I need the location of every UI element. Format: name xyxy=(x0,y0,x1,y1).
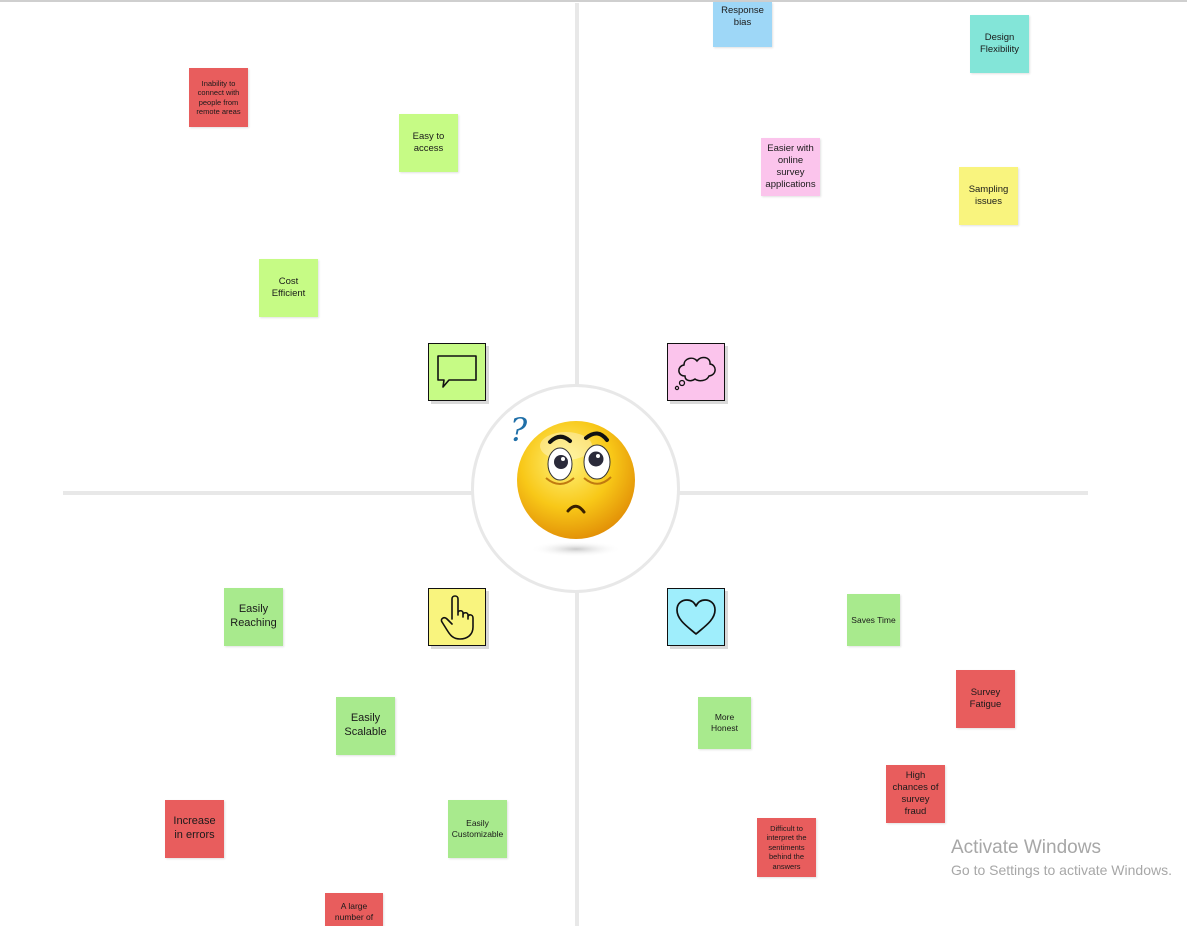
sticky-note-response-bias[interactable]: Response bias xyxy=(713,2,772,47)
sticky-note-survey-fraud[interactable]: High chances of survey fraud xyxy=(886,765,945,823)
note-text: A large number of xyxy=(334,901,374,922)
note-text: More Honest xyxy=(711,712,738,733)
sticky-note-large-number[interactable]: A large number of xyxy=(325,893,383,926)
note-text: Easy to access xyxy=(412,131,445,154)
note-text: Easily Customizable xyxy=(451,818,504,839)
note-text: Easier with online survey applications xyxy=(765,143,816,190)
top-border xyxy=(0,0,1187,2)
activate-windows-title: Activate Windows xyxy=(951,837,1101,858)
note-text: Cost Efficient xyxy=(271,276,306,299)
note-text: Response bias xyxy=(721,5,764,28)
svg-text:?: ? xyxy=(510,411,528,449)
note-text: Inability to connect with people from re… xyxy=(196,78,241,116)
note-text: Sampling issues xyxy=(968,184,1009,207)
sticky-note-survey-fatigue[interactable]: Survey Fatigue xyxy=(956,670,1015,728)
horizontal-axis-left xyxy=(63,491,472,495)
sticky-note-more-honest[interactable]: More Honest xyxy=(698,697,751,749)
confused-emoji-icon: ? xyxy=(500,408,650,563)
thought-cloud-icon xyxy=(667,343,725,401)
note-text: Survey Fatigue xyxy=(969,687,1002,710)
note-text: Easily Scalable xyxy=(344,712,387,738)
note-text: Easily Reaching xyxy=(230,603,277,629)
speech-bubble-icon xyxy=(428,343,486,401)
activate-windows-subtitle: Go to Settings to activate Windows. xyxy=(951,862,1172,878)
pointing-hand-icon xyxy=(428,588,486,646)
sticky-note-difficult-interpret[interactable]: Difficult to interpret the sentiments be… xyxy=(757,818,816,877)
sticky-note-cost-efficient[interactable]: Cost Efficient xyxy=(259,259,318,317)
vertical-axis-top xyxy=(575,3,579,385)
sticky-note-easily-customizable[interactable]: Easily Customizable xyxy=(448,800,507,858)
horizontal-axis-right xyxy=(678,491,1088,495)
sticky-note-online-survey[interactable]: Easier with online survey applications xyxy=(761,138,820,196)
sticky-note-design-flexibility[interactable]: Design Flexibility xyxy=(970,15,1029,73)
vertical-axis-bottom xyxy=(575,590,579,926)
note-text: High chances of survey fraud xyxy=(892,770,939,817)
sticky-note-easily-scalable[interactable]: Easily Scalable xyxy=(336,697,395,755)
note-text: Saves Time xyxy=(851,614,896,625)
note-text: Difficult to interpret the sentiments be… xyxy=(766,824,807,871)
sticky-note-saves-time[interactable]: Saves Time xyxy=(847,594,900,646)
sticky-note-increase-errors[interactable]: Increase in errors xyxy=(165,800,224,858)
sticky-note-sampling-issues[interactable]: Sampling issues xyxy=(959,167,1018,225)
sticky-note-remote-areas[interactable]: Inability to connect with people from re… xyxy=(189,68,248,127)
sticky-note-easy-access[interactable]: Easy to access xyxy=(399,114,458,172)
note-text: Increase in errors xyxy=(173,815,216,841)
note-text: Design Flexibility xyxy=(979,32,1020,55)
sticky-note-easily-reaching[interactable]: Easily Reaching xyxy=(224,588,283,646)
heart-icon xyxy=(667,588,725,646)
